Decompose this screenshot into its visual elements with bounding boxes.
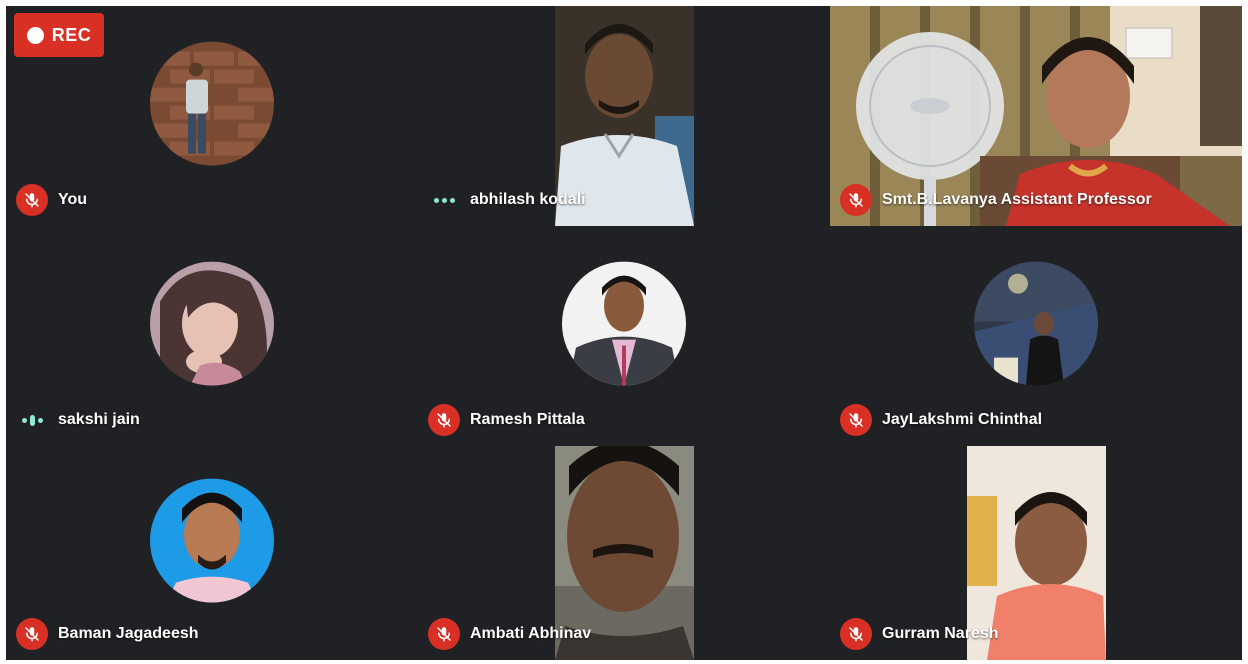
avatar — [150, 478, 274, 603]
participant-name-bar: abhilash kodali — [428, 184, 586, 216]
participant-tile-ramesh-pittala[interactable]: Ramesh Pittala — [418, 226, 830, 446]
mic-off-icon — [840, 404, 872, 436]
mic-off-icon — [16, 184, 48, 216]
mic-off-icon — [840, 618, 872, 650]
participant-name: Ramesh Pittala — [470, 411, 585, 428]
participant-name-bar: Gurram Naresh — [840, 618, 999, 650]
participant-grid: You abhilash kodali Smt.B.Lavanya Assist… — [6, 6, 1242, 660]
avatar — [150, 261, 274, 386]
audio-level-icon — [428, 184, 460, 216]
participant-name: abhilash kodali — [470, 191, 586, 208]
participant-tile-ambati-abhinav[interactable]: Ambati Abhinav — [418, 446, 830, 660]
recording-indicator: REC — [14, 13, 104, 57]
participant-tile-jaylakshmi-chinthal[interactable]: JayLakshmi Chinthal — [830, 226, 1242, 446]
participant-tile-gurram-naresh[interactable]: Gurram Naresh — [830, 446, 1242, 660]
mic-off-icon — [428, 618, 460, 650]
avatar — [562, 261, 686, 386]
participant-name-bar: Baman Jagadeesh — [16, 618, 199, 650]
participant-name-bar: Smt.B.Lavanya Assistant Professor — [840, 184, 1152, 216]
participant-tile-abhilash-kodali[interactable]: abhilash kodali — [418, 6, 830, 226]
participant-name: sakshi jain — [58, 411, 140, 428]
mic-off-icon — [840, 184, 872, 216]
participant-tile-b-lavanya[interactable]: Smt.B.Lavanya Assistant Professor — [830, 6, 1242, 226]
participant-name: You — [58, 191, 88, 208]
participant-name: Ambati Abhinav — [470, 625, 592, 642]
avatar — [150, 41, 274, 166]
participant-name-bar: sakshi jain — [16, 404, 140, 436]
avatar — [974, 261, 1098, 386]
record-dot-icon — [26, 26, 44, 44]
meeting-stage: REC You abhilash kodali Smt.B.Lavanya As… — [6, 6, 1242, 660]
participant-name-bar: You — [16, 184, 87, 216]
participant-name: Smt.B.Lavanya Assistant Professor — [882, 191, 1152, 208]
participant-name-bar: Ramesh Pittala — [428, 404, 585, 436]
participant-name: JayLakshmi Chinthal — [882, 411, 1043, 428]
recording-label: REC — [51, 24, 92, 45]
mic-off-icon — [16, 618, 48, 650]
participant-name: Gurram Naresh — [882, 625, 999, 642]
audio-level-icon — [16, 404, 48, 436]
participant-tile-sakshi-jain[interactable]: sakshi jain — [6, 226, 418, 446]
mic-off-icon — [428, 404, 460, 436]
participant-name: Baman Jagadeesh — [58, 625, 199, 642]
participant-tile-baman-jagadeesh[interactable]: Baman Jagadeesh — [6, 446, 418, 660]
participant-name-bar: JayLakshmi Chinthal — [840, 404, 1042, 436]
participant-name-bar: Ambati Abhinav — [428, 618, 591, 650]
